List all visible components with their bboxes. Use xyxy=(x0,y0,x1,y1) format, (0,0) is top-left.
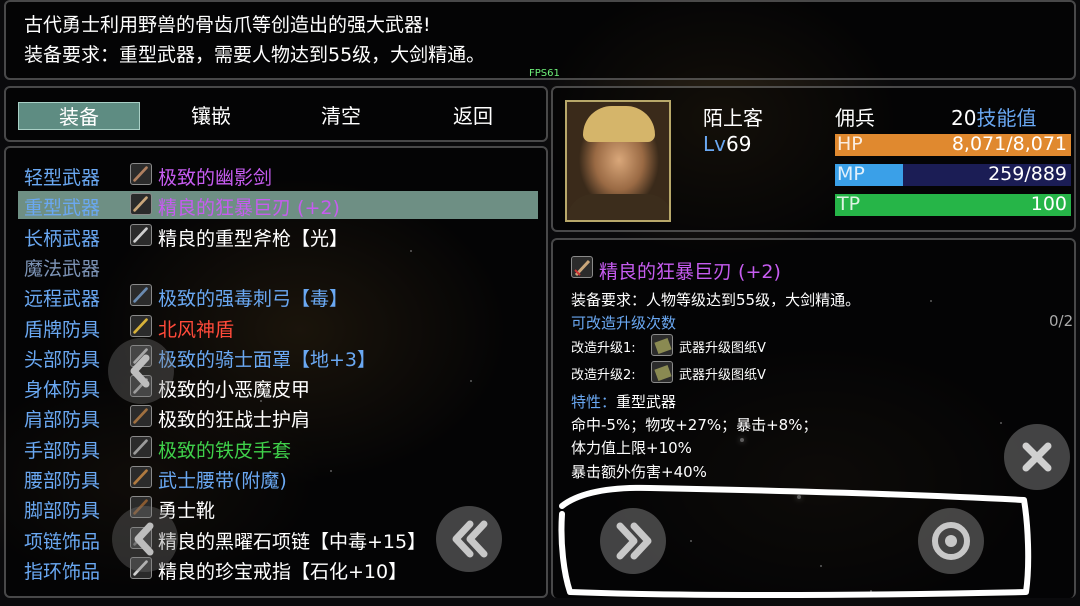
hp-bar: HP 8,071/8,071 xyxy=(835,133,1071,156)
tab-bar: 装备 镶嵌 清空 返回 xyxy=(4,86,548,142)
slot-label: 头部防具 xyxy=(24,348,101,371)
equipped-item-name: 极致的狂战士护肩 xyxy=(158,409,311,432)
hero-class: 佣兵 xyxy=(835,106,875,130)
slot-label: 身体防具 xyxy=(24,379,101,402)
slot-label: 肩部防具 xyxy=(24,409,101,432)
equip-slot-row[interactable]: 手部防具 极致的铁皮手套 xyxy=(6,433,546,463)
greatsword-icon xyxy=(130,193,152,216)
pauldron-icon xyxy=(130,405,152,428)
fps-counter: FPS61 xyxy=(529,68,560,79)
tab-clear[interactable]: 清空 xyxy=(280,102,402,130)
equipped-item-name: 精良的狂暴巨刃 (+2) xyxy=(158,197,340,220)
description-line-1: 古代勇士利用野兽的骨齿爪等创造出的强大武器! xyxy=(24,14,431,36)
mp-bar: MP 259/889 xyxy=(835,163,1071,186)
slot-label: 项链饰品 xyxy=(24,530,101,553)
trait-label: 特性： xyxy=(571,393,617,411)
upgrade-2-label: 改造升级2: xyxy=(571,368,636,383)
slot-label: 轻型武器 xyxy=(24,167,101,189)
slot-label: 腰部防具 xyxy=(24,470,101,492)
description-line-2: 装备要求：重型武器，需要人物达到55级，大剑精通。 xyxy=(24,44,486,66)
equipped-item-name: 精良的黑曜石项链【中毒+15】 xyxy=(158,530,427,553)
equip-slot-row[interactable]: 腰部防具 武士腰带(附魔) xyxy=(6,463,546,493)
stat-line-1: 命中-5%；物攻+27%；暴击+8%； xyxy=(571,416,818,434)
equipped-item-name: 精良的珍宝戒指【石化+10】 xyxy=(158,560,408,583)
hp-value: 8,071/8,071 xyxy=(951,133,1067,155)
equip-slot-row[interactable]: 重型武器 精良的狂暴巨刃 (+2) xyxy=(6,190,546,220)
detail-requirement: 装备要求：人物等级达到55级，大剑精通。 xyxy=(571,291,861,309)
equip-slot-row[interactable]: 肩部防具 极致的狂战士护肩 xyxy=(6,402,546,432)
slot-label: 脚部防具 xyxy=(24,500,101,523)
equip-slot-row[interactable]: 身体防具 极致的小恶魔皮甲 xyxy=(6,372,546,402)
trait-value: 重型武器 xyxy=(616,393,677,411)
mp-label: MP xyxy=(837,163,865,185)
equipped-item-name: 极致的骑士面罩【地+3】 xyxy=(158,348,377,371)
stat-line-3: 暴击额外伤害+40% xyxy=(571,463,707,481)
upgrade-count-label: 可改造升级次数 xyxy=(571,314,677,332)
stat-line-2: 体力值上限+10% xyxy=(571,439,692,457)
equipped-item-name: 极致的小恶魔皮甲 xyxy=(158,379,311,402)
upgrade-1-label: 改造升级1: xyxy=(571,341,636,356)
tp-value: 100 xyxy=(1030,193,1067,215)
left-action-button[interactable] xyxy=(112,506,178,572)
shield-icon xyxy=(130,314,152,337)
close-button[interactable] xyxy=(1004,424,1070,490)
skill-points-value: 20 xyxy=(951,106,977,130)
double-chevron-left-icon xyxy=(452,520,488,558)
hero-level: Lv69 xyxy=(703,132,751,156)
level-label: Lv xyxy=(703,132,726,156)
upgrade-1-item: 武器升级图纸V xyxy=(679,341,766,356)
upgrade-2-item: 武器升级图纸V xyxy=(679,368,766,383)
hand-drawn-outline xyxy=(558,484,1032,598)
equipped-item-name: 极致的幽影剑 xyxy=(158,167,273,189)
hero-portrait xyxy=(565,100,671,222)
mp-value: 259/889 xyxy=(988,163,1067,185)
slot-label: 长柄武器 xyxy=(24,227,101,250)
tp-label: TP xyxy=(837,193,861,215)
blueprint-icon xyxy=(651,361,673,383)
page-back-button[interactable] xyxy=(436,506,502,572)
tab-inlay[interactable]: 镶嵌 xyxy=(150,102,272,130)
slot-label: 魔法武器 xyxy=(24,257,101,280)
skill-points-label: 技能值 xyxy=(976,106,1037,130)
skill-points: 20技能值 xyxy=(951,102,1036,131)
equip-slot-row[interactable]: 长柄武器 精良的重型斧枪【光】 xyxy=(6,221,546,251)
equip-slot-row[interactable]: 远程武器 极致的强毒刺弓【毒】 xyxy=(6,281,546,311)
tab-equip[interactable]: 装备 xyxy=(18,102,140,130)
belt-icon xyxy=(130,466,152,488)
equip-slot-row[interactable]: 头部防具 极致的骑士面罩【地+3】 xyxy=(6,342,546,372)
left-nav-button[interactable] xyxy=(108,338,174,404)
level-value: 69 xyxy=(725,132,752,156)
equipped-item-name: 武士腰带(附魔) xyxy=(158,470,287,492)
hero-status-panel: 陌上客 Lv69 佣兵 20技能值 HP 8,071/8,071 MP 259/… xyxy=(551,86,1076,232)
greatsword-icon xyxy=(571,256,593,278)
tab-back[interactable]: 返回 xyxy=(412,102,534,130)
slot-label: 远程武器 xyxy=(24,288,101,311)
equipped-item-name: 极致的强毒刺弓【毒】 xyxy=(158,288,349,311)
hp-label: HP xyxy=(837,133,863,155)
halberd-icon xyxy=(130,223,152,246)
equip-slot-row[interactable]: 轻型武器 极致的幽影剑 xyxy=(6,160,546,190)
close-icon xyxy=(1022,442,1052,472)
trait: 特性：重型武器 xyxy=(571,391,676,412)
chevron-left-icon xyxy=(130,354,150,388)
tp-bar: TP 100 xyxy=(835,193,1071,216)
slot-label: 指环饰品 xyxy=(24,560,101,583)
hero-name: 陌上客 xyxy=(703,106,763,130)
gauntlet-icon xyxy=(130,435,152,458)
upgrade-count-value: 0/2 xyxy=(1049,312,1074,330)
equip-slot-row[interactable]: 盾牌防具 北风神盾 xyxy=(6,312,546,342)
slot-label: 盾牌防具 xyxy=(24,318,101,341)
slot-label: 重型武器 xyxy=(24,197,101,220)
sword-icon xyxy=(130,163,152,185)
equipped-item-name: 精良的重型斧枪【光】 xyxy=(158,227,349,250)
equip-slot-row[interactable]: 魔法武器 xyxy=(6,251,546,281)
equipped-item-name: 极致的铁皮手套 xyxy=(158,439,292,462)
chevron-left-icon xyxy=(134,522,154,556)
detail-item-name: 精良的狂暴巨刃 (+2) xyxy=(599,261,781,283)
bow-icon xyxy=(130,284,152,307)
slot-label: 手部防具 xyxy=(24,439,101,462)
blueprint-icon xyxy=(651,334,673,356)
